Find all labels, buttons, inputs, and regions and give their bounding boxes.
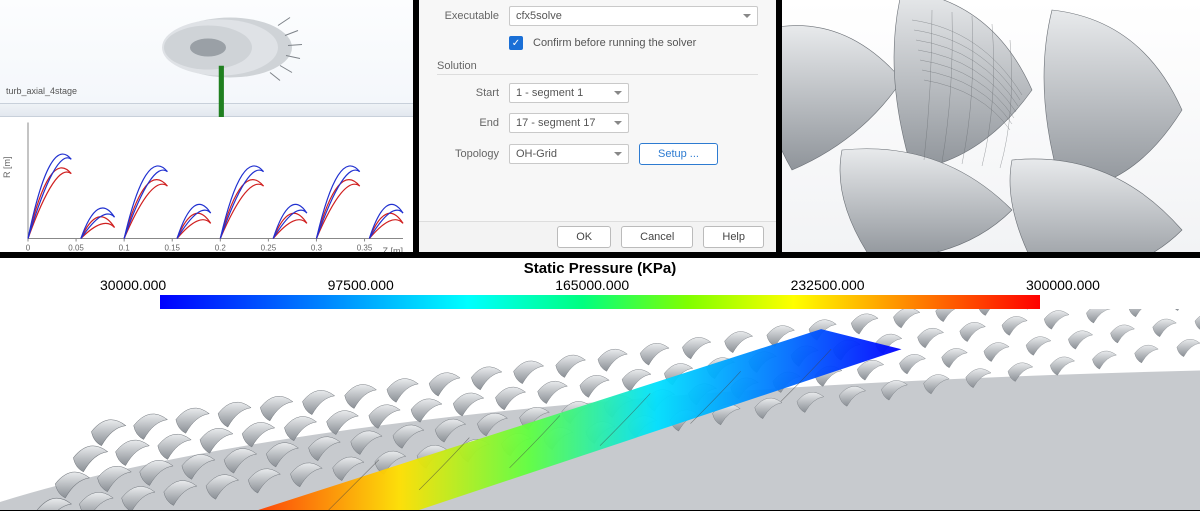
svg-text:0.05: 0.05: [68, 244, 84, 253]
colorbar-tick: 165000.000: [555, 277, 629, 293]
colorbar-tick: 300000.000: [1026, 277, 1100, 293]
end-label: End: [437, 117, 499, 129]
colorbar-tick: 232500.000: [791, 277, 865, 293]
confirm-label: Confirm before running the solver: [533, 37, 696, 49]
colorbar-gradient: [160, 295, 1040, 309]
svg-text:0.25: 0.25: [261, 244, 277, 253]
solver-setup-dialog: Executable cfx5solve ✓ Confirm before ru…: [419, 0, 776, 252]
start-label: Start: [437, 87, 499, 99]
executable-label: Executable: [437, 10, 499, 22]
confirm-checkbox[interactable]: ✓: [509, 36, 523, 50]
3d-viewport[interactable]: turb_axial_4stage: [0, 0, 413, 103]
start-combo[interactable]: 1 - segment 1: [509, 83, 629, 103]
pressure-result-panel: Static Pressure (KPa) 30000.000 97500.00…: [0, 258, 1200, 510]
colorbar-ticks: 30000.000 97500.000 165000.000 232500.00…: [0, 277, 1200, 293]
pressure-3d-viewport[interactable]: [0, 309, 1200, 510]
colorbar-title: Static Pressure (KPa): [0, 260, 1200, 277]
solution-section-header: Solution: [437, 60, 758, 75]
geometry-and-profile-panel: turb_axial_4stage R [m] Z [m] 0 0.05 0.1 0.…: [0, 0, 413, 252]
svg-text:0.35: 0.35: [357, 244, 373, 253]
help-button[interactable]: Help: [703, 226, 764, 248]
model-tree-item[interactable]: turb_axial_4stage: [6, 86, 77, 96]
executable-combo[interactable]: cfx5solve: [509, 6, 758, 26]
topology-label: Topology: [437, 148, 499, 160]
svg-text:0: 0: [26, 244, 31, 253]
blade-profile-plot[interactable]: R [m] Z [m] 0 0.05 0.1 0.15 0.2 0.25 0.3 0.35: [0, 117, 413, 252]
ok-button[interactable]: OK: [557, 226, 611, 248]
plot-x-axis-label: Z [m]: [383, 246, 404, 252]
mesh-closeup-viewport[interactable]: [782, 0, 1200, 252]
setup-button[interactable]: Setup ...: [639, 143, 718, 165]
colorbar-tick: 97500.000: [328, 277, 394, 293]
svg-text:0.15: 0.15: [164, 244, 180, 253]
colorbar-tick: 30000.000: [100, 277, 166, 293]
svg-text:0.2: 0.2: [215, 244, 227, 253]
svg-text:0.1: 0.1: [119, 244, 131, 253]
end-combo[interactable]: 17 - segment 17: [509, 113, 629, 133]
cancel-button[interactable]: Cancel: [621, 226, 693, 248]
svg-text:0.3: 0.3: [311, 244, 323, 253]
topology-combo[interactable]: OH-Grid: [509, 144, 629, 164]
plot-y-axis-label: R [m]: [2, 156, 12, 178]
